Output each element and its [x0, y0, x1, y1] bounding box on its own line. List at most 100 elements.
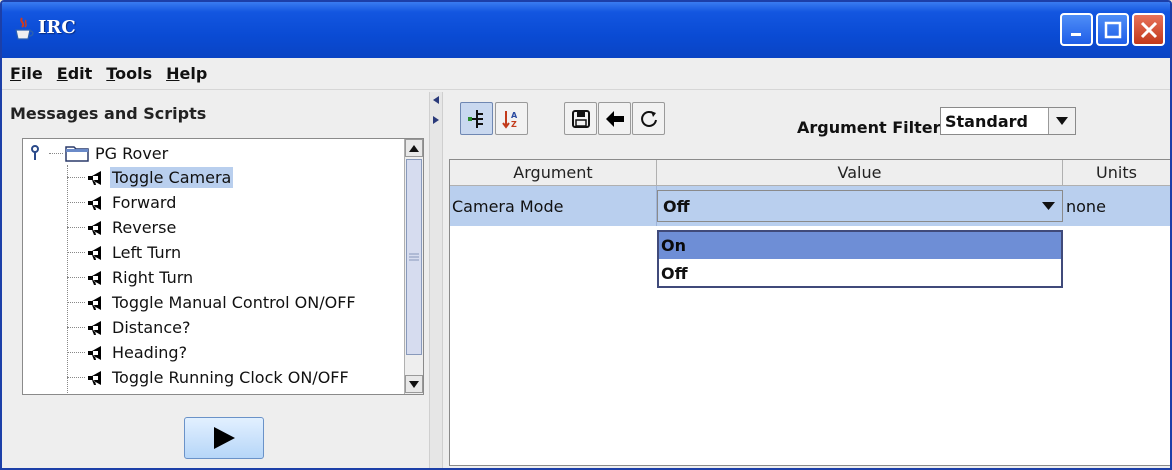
- tree-item-label: Toggle Running Clock ON/OFF: [112, 368, 349, 387]
- megaphone-icon: [88, 320, 101, 335]
- megaphone-icon: [88, 220, 101, 235]
- window-title: IRC: [38, 17, 76, 38]
- megaphone-icon: [88, 245, 101, 260]
- megaphone-icon: [88, 295, 101, 310]
- tree-connector: [67, 277, 85, 278]
- argument-filter-select[interactable]: Standard: [940, 107, 1076, 135]
- collapse-left-icon: [433, 96, 439, 104]
- tree-item[interactable]: Left Turn: [87, 240, 183, 265]
- value-combo-box[interactable]: Off: [657, 190, 1063, 222]
- save-button[interactable]: [564, 102, 597, 135]
- svg-text:Z: Z: [511, 120, 517, 129]
- tree-item-label: Right Turn: [112, 268, 194, 287]
- play-icon: [214, 427, 235, 449]
- option-off[interactable]: Off: [659, 260, 1061, 287]
- tree-item[interactable]: Forward: [87, 190, 178, 215]
- tree-item[interactable]: Toggle Camera: [87, 165, 234, 190]
- column-header-argument[interactable]: Argument: [450, 160, 657, 185]
- tree-item[interactable]: Heading?: [87, 340, 189, 365]
- tree-root-node[interactable]: PG Rover: [29, 142, 168, 164]
- maximize-icon: [1104, 21, 1121, 38]
- cell-argument: Camera Mode: [450, 186, 657, 226]
- run-button[interactable]: [184, 417, 264, 459]
- tree-connector: [67, 302, 85, 303]
- tree-item[interactable]: Toggle Manual Control ON/OFF: [87, 290, 358, 315]
- close-icon: [1140, 21, 1157, 38]
- menu-file[interactable]: File: [10, 64, 43, 83]
- chevron-down-icon: [1041, 202, 1055, 210]
- back-button[interactable]: [598, 102, 631, 135]
- tree-item[interactable]: Reverse: [87, 215, 178, 240]
- refresh-icon: [640, 110, 657, 127]
- menu-bar: File Edit Tools Help: [2, 58, 1170, 90]
- folder-icon: [65, 146, 89, 162]
- menu-help-label: elp: [179, 64, 208, 83]
- menu-file-label: ile: [20, 64, 43, 83]
- tree-view-button[interactable]: [460, 102, 493, 135]
- arguments-panel: A Z Argument Filter: Standard Argument V…: [443, 92, 1170, 468]
- tree-item-label: Toggle Manual Control ON/OFF: [112, 293, 356, 312]
- tree-item[interactable]: Toggle Running Clock ON/OFF: [87, 365, 351, 390]
- arguments-table: Argument Value Units Camera Mode Off non…: [449, 159, 1170, 466]
- tree-connector: [67, 327, 85, 328]
- tree-connector: [67, 377, 85, 378]
- megaphone-icon: [88, 370, 101, 385]
- tree-item-label: Left Turn: [112, 243, 182, 262]
- menu-help[interactable]: Help: [166, 64, 207, 83]
- option-on[interactable]: On: [659, 232, 1061, 259]
- tree-scrollbar[interactable]: [404, 139, 423, 394]
- tree-connector: [49, 152, 63, 154]
- tree-handle-icon: [31, 145, 39, 160]
- megaphone-icon: [88, 270, 101, 285]
- chevron-down-icon: [1056, 117, 1068, 125]
- menu-file-mnemonic: F: [10, 64, 21, 83]
- argument-filter-label: Argument Filter:: [797, 118, 947, 137]
- cell-units: none: [1066, 196, 1106, 216]
- menu-edit-label: dit: [67, 64, 93, 83]
- sort-button[interactable]: A Z: [495, 102, 528, 135]
- menu-tools[interactable]: Tools: [106, 64, 152, 83]
- argument-filter-dropdown-button[interactable]: [1048, 108, 1075, 134]
- scroll-thumb[interactable]: [406, 159, 422, 355]
- value-dropdown-button[interactable]: [1034, 191, 1062, 221]
- tree-connector: [67, 202, 85, 203]
- menu-help-mnemonic: H: [166, 64, 180, 83]
- tree-item[interactable]: Right Turn: [87, 265, 195, 290]
- menu-edit[interactable]: Edit: [57, 64, 93, 83]
- svg-text:A: A: [511, 111, 518, 120]
- scroll-down-button[interactable]: [405, 375, 423, 393]
- back-arrow-icon: [605, 110, 624, 127]
- tree-item-label: Heading?: [112, 343, 188, 362]
- tree-connector: [67, 252, 85, 253]
- close-button[interactable]: [1132, 13, 1165, 46]
- maximize-button[interactable]: [1096, 13, 1129, 46]
- tree-item[interactable]: Distance?: [87, 315, 192, 340]
- table-row[interactable]: Camera Mode Off none: [450, 186, 1170, 226]
- tree-item-label: Forward: [112, 193, 177, 212]
- column-header-value[interactable]: Value: [657, 160, 1063, 185]
- value-combo-selected: Off: [663, 196, 690, 216]
- title-bar[interactable]: IRC: [2, 2, 1170, 58]
- tree-item-label: Toggle Camera: [110, 167, 234, 188]
- scroll-up-button[interactable]: [405, 139, 423, 157]
- tree-connector: [67, 352, 85, 353]
- message-tree[interactable]: PG Rover Toggle Camera Forward Reverse Left…: [22, 138, 424, 395]
- megaphone-icon: [88, 195, 101, 210]
- grip-icon: [409, 253, 419, 261]
- menu-edit-mnemonic: E: [56, 64, 68, 83]
- arrow-down-icon: [409, 380, 419, 388]
- minimize-button[interactable]: [1060, 13, 1093, 46]
- java-cup-icon: [15, 17, 34, 40]
- panel-title: Messages and Scripts: [10, 104, 207, 123]
- refresh-button[interactable]: [632, 102, 665, 135]
- tree-content: PG Rover Toggle Camera Forward Reverse Left…: [23, 139, 405, 394]
- menu-tools-label: ools: [115, 64, 153, 83]
- split-pane-divider[interactable]: [429, 92, 443, 468]
- tree-root-label: PG Rover: [95, 143, 169, 163]
- tree-view-icon: [467, 109, 483, 128]
- megaphone-icon: [88, 345, 101, 360]
- value-options-list: On Off: [657, 230, 1063, 288]
- column-header-units[interactable]: Units: [1063, 160, 1170, 185]
- megaphone-icon: [88, 170, 101, 185]
- tree-connector: [67, 177, 85, 178]
